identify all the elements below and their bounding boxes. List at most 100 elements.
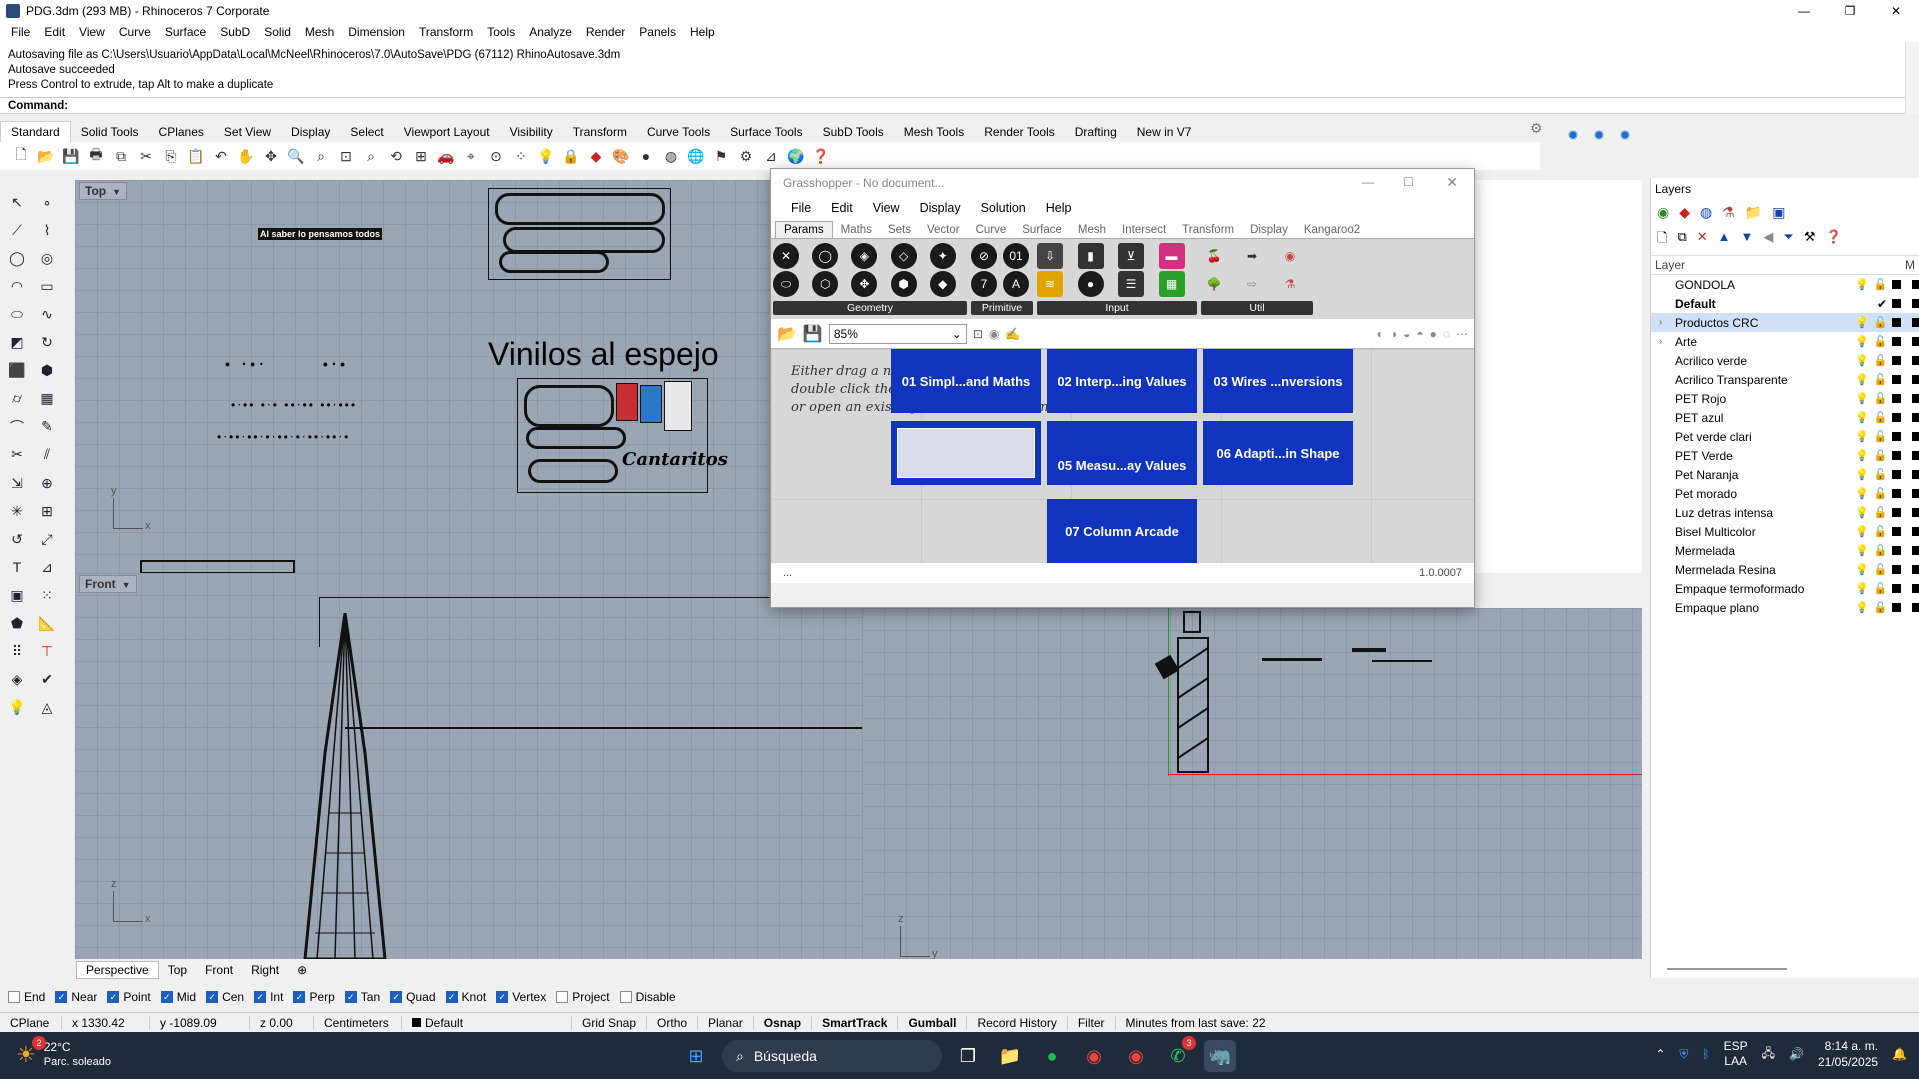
copy-icon[interactable]: ⎘: [160, 145, 182, 167]
edit-point-icon[interactable]: ✎: [34, 414, 60, 440]
gh-input-icon[interactable]: ⊻: [1118, 243, 1144, 269]
revolve-icon[interactable]: ↻: [34, 329, 60, 355]
display-tab-icon[interactable]: ▣: [1772, 204, 1785, 221]
pan-hand-icon[interactable]: ✋: [235, 145, 257, 167]
layer-visibility-icon[interactable]: 💡: [1855, 354, 1869, 367]
layer-visibility-icon[interactable]: 💡: [1855, 468, 1869, 481]
layer-material-swatch[interactable]: [1912, 546, 1919, 555]
move-down-icon[interactable]: ▼: [1741, 229, 1754, 251]
layer-row[interactable]: Empaque plano 💡 🔓: [1651, 598, 1919, 617]
maximize-button[interactable]: ❐: [1827, 0, 1873, 22]
layer-visibility-icon[interactable]: 💡: [1855, 544, 1869, 557]
taskbar-clock[interactable]: 8:14 a. m. 21/05/2025: [1818, 1038, 1878, 1070]
checkbox[interactable]: ✓: [293, 991, 306, 1003]
gh-open-icon[interactable]: 📂: [777, 324, 797, 344]
osnap-disable[interactable]: Disable: [619, 990, 676, 1004]
layer-color-swatch[interactable]: [1892, 451, 1902, 460]
layer-material-swatch[interactable]: [1912, 470, 1919, 479]
gh-minimize-button[interactable]: —: [1362, 175, 1374, 189]
viewport-top[interactable]: Top ▼ Al saber lo pensamos todos Vinilos …: [75, 180, 770, 573]
earth-icon[interactable]: 🌍: [785, 145, 807, 167]
tab-set-view[interactable]: Set View: [214, 122, 281, 142]
menu-mesh[interactable]: Mesh: [298, 25, 341, 39]
circle-options-icon[interactable]: ◎: [34, 245, 60, 271]
layer-visibility-icon[interactable]: 💡: [1855, 449, 1869, 462]
cylinder-icon[interactable]: ⌭: [4, 386, 30, 412]
layer-color-swatch[interactable]: [1892, 489, 1902, 498]
menu-file[interactable]: File: [4, 25, 37, 39]
checkbox[interactable]: ✓: [445, 991, 458, 1003]
layer-tools-icon[interactable]: ⚒: [1804, 229, 1816, 251]
gh-util-icon[interactable]: ⚗: [1277, 271, 1303, 297]
gh-param-icon[interactable]: ⬭: [773, 271, 799, 297]
join-icon[interactable]: ⊕: [34, 470, 60, 496]
tab-curve-tools[interactable]: Curve Tools: [637, 122, 720, 142]
tab-subd-tools[interactable]: SubD Tools: [813, 122, 894, 142]
layer-color-swatch[interactable]: [1892, 337, 1902, 346]
layer-material-swatch[interactable]: [1912, 527, 1919, 536]
layer-material-swatch[interactable]: [1912, 280, 1919, 289]
gh-util-icon[interactable]: 🌳: [1201, 271, 1227, 297]
vp-tab-add[interactable]: ⊕: [288, 962, 316, 978]
help-icon[interactable]: ❓: [810, 145, 832, 167]
menu-render[interactable]: Render: [579, 25, 632, 39]
shaded-sphere-icon[interactable]: ●: [635, 145, 657, 167]
zoom-window-icon[interactable]: ⌕: [310, 145, 332, 167]
tray-defender-icon[interactable]: ⛨: [1679, 1047, 1688, 1062]
vp-tab-right[interactable]: Right: [242, 962, 288, 978]
save-icon[interactable]: 💾: [60, 145, 82, 167]
layer-visibility-icon[interactable]: 💡: [1855, 392, 1869, 405]
layer-lock-icon[interactable]: 🔓: [1874, 525, 1888, 538]
checkbox[interactable]: [619, 991, 632, 1003]
new-file-icon[interactable]: 🗋: [10, 145, 32, 167]
tab-select[interactable]: Select: [340, 122, 393, 142]
ellipse-icon[interactable]: ⬭: [4, 301, 30, 327]
light-icon[interactable]: 💡: [4, 695, 30, 721]
tray-chevron-icon[interactable]: ⌃: [1655, 1047, 1665, 1061]
arc-icon[interactable]: ◠: [4, 273, 30, 299]
group-icon[interactable]: ⊞: [34, 498, 60, 524]
settings-gear-icon[interactable]: ⚙: [1530, 120, 1543, 137]
select-arrow-icon[interactable]: ↖: [4, 189, 30, 215]
checkbox[interactable]: [556, 991, 569, 1003]
checkbox[interactable]: ✓: [55, 991, 68, 1003]
file-explorer-icon[interactable]: 📁: [994, 1040, 1026, 1072]
layer-lock-icon[interactable]: 🔓: [1874, 335, 1888, 348]
gh-display-mode-icon[interactable]: ◌: [1443, 327, 1450, 341]
tab-transform[interactable]: Transform: [563, 122, 637, 142]
gh-param-icon[interactable]: 7: [971, 271, 997, 297]
gh-menu-display[interactable]: Display: [910, 201, 971, 215]
layer-row[interactable]: Acrilico verde 💡 🔓: [1651, 351, 1919, 370]
move-view-icon[interactable]: ✥: [260, 145, 282, 167]
tab-visibility[interactable]: Visibility: [500, 122, 563, 142]
layer-color-swatch[interactable]: [1892, 299, 1902, 308]
point-icon[interactable]: ∘: [34, 189, 60, 215]
trim-icon[interactable]: ✂: [4, 442, 30, 468]
rectangle-icon[interactable]: ▭: [34, 273, 60, 299]
osnap-tan[interactable]: ✓ Tan: [344, 990, 380, 1004]
gh-tab-surface[interactable]: Surface: [1014, 222, 1070, 238]
gh-save-icon[interactable]: 💾: [803, 324, 823, 344]
gh-util-icon[interactable]: ◉: [1277, 243, 1303, 269]
osnap-mid[interactable]: ✓ Mid: [160, 990, 196, 1004]
layer-color-swatch[interactable]: [1892, 584, 1902, 593]
polyline-icon[interactable]: ⟋: [4, 217, 30, 243]
status-gumball[interactable]: Gumball: [898, 1015, 968, 1030]
undo-icon[interactable]: ↶: [210, 145, 232, 167]
layer-lock-icon[interactable]: 🔓: [1874, 582, 1888, 595]
layer-visibility-icon[interactable]: 💡: [1855, 487, 1869, 500]
chrome-profile-icon[interactable]: ◉: [1120, 1040, 1152, 1072]
material-icon[interactable]: ◬: [34, 695, 60, 721]
gh-param-icon[interactable]: ⊘: [971, 243, 997, 269]
cut-icon[interactable]: ✂: [135, 145, 157, 167]
task-view-icon[interactable]: ❐: [952, 1040, 984, 1072]
layer-color-swatch[interactable]: [1892, 565, 1902, 574]
layer-material-swatch[interactable]: [1912, 318, 1919, 327]
menu-analyze[interactable]: Analyze: [522, 25, 579, 39]
layer-lock-icon[interactable]: 🔓: [1874, 544, 1888, 557]
minimize-button[interactable]: —: [1781, 0, 1827, 22]
layer-row[interactable]: › Productos CRC 💡 🔓: [1651, 313, 1919, 332]
gh-more-icon[interactable]: ⋯: [1456, 327, 1468, 341]
delete-layer-icon[interactable]: ✕: [1697, 229, 1708, 251]
layers-help-icon[interactable]: ❓: [1825, 229, 1841, 251]
